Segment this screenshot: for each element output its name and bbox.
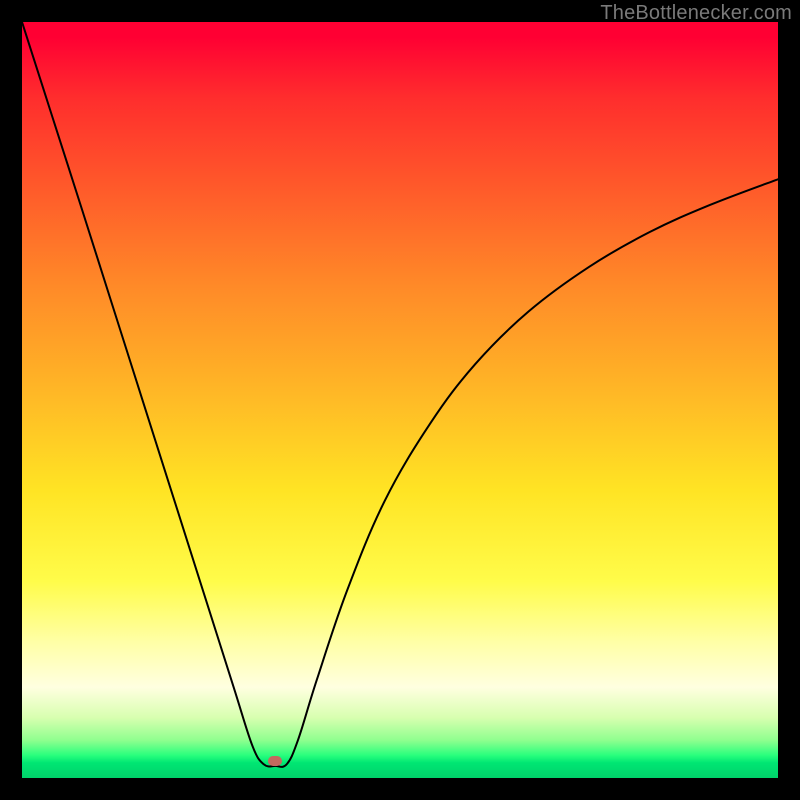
bottleneck-curve <box>22 22 778 778</box>
optimum-marker <box>268 756 282 766</box>
watermark-text: TheBottlenecker.com <box>600 2 792 25</box>
plot-area <box>22 22 778 778</box>
chart-frame: TheBottlenecker.com <box>0 0 800 800</box>
